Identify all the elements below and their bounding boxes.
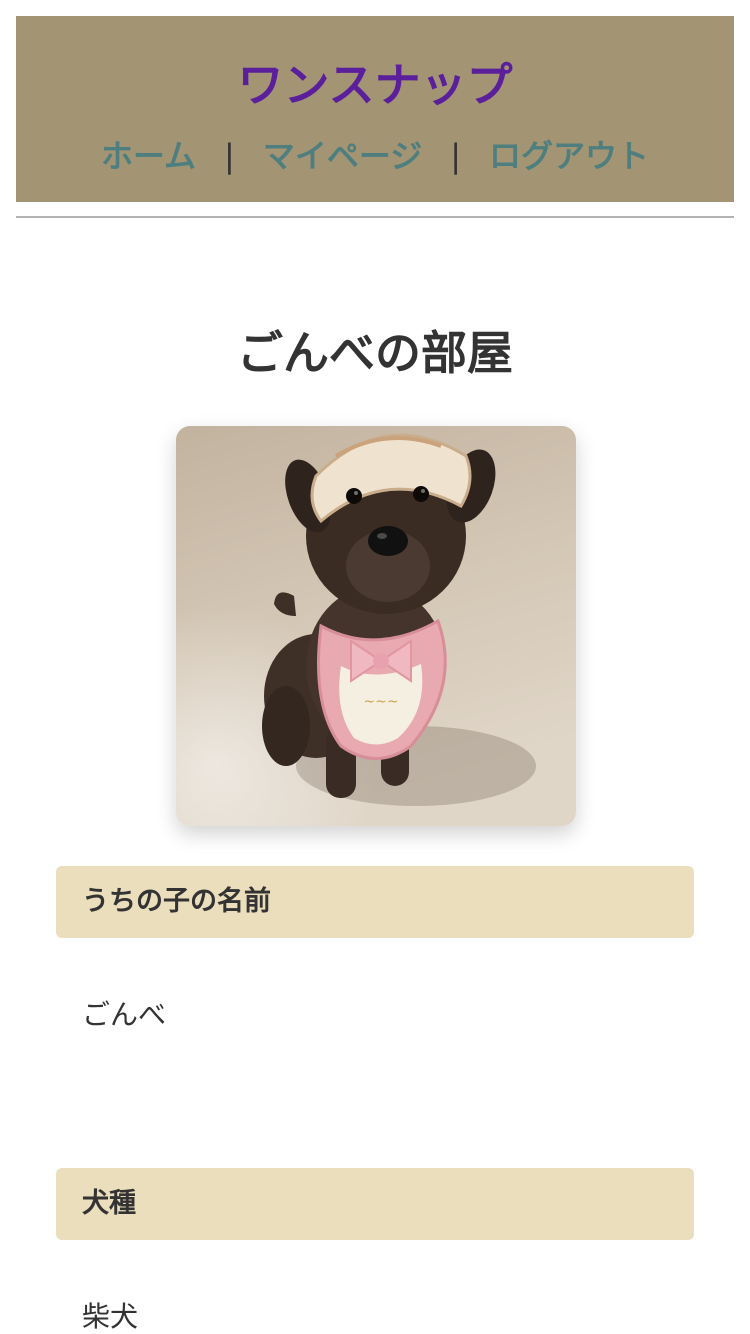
main-nav: ホーム | マイページ | ログアウト	[16, 136, 734, 176]
dog-illustration: ~~~	[176, 426, 576, 826]
nav-separator: |	[224, 137, 235, 175]
section-heading-breed: 犬種	[56, 1168, 694, 1240]
bib-script: ~~~	[363, 694, 398, 710]
nav-mypage-link[interactable]: マイページ	[263, 137, 422, 175]
nav-separator: |	[450, 137, 461, 175]
section-heading-name: うちの子の名前	[56, 866, 694, 938]
dog-name-value: ごんべ	[82, 998, 167, 1031]
site-header: ワンスナップ ホーム | マイページ | ログアウト	[16, 16, 734, 202]
dog-photo: ~~~	[176, 426, 576, 826]
site-title[interactable]: ワンスナップ	[16, 60, 734, 111]
header-divider	[16, 216, 734, 218]
nav-logout-link[interactable]: ログアウト	[489, 137, 649, 175]
dog-breed-value: 柴犬	[82, 1300, 139, 1333]
page-title: ごんべの部屋	[237, 326, 513, 380]
nav-home-link[interactable]: ホーム	[101, 137, 196, 175]
